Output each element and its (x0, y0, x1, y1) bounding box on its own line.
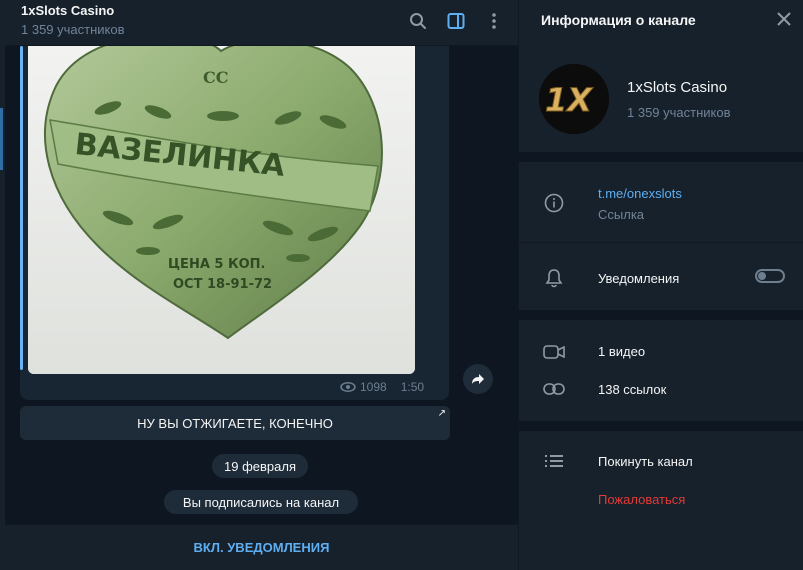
chat-header: 1xSlots Casino 1 359 участников (5, 0, 518, 46)
videos-count[interactable]: 1 видео (598, 344, 645, 359)
svg-text:1X: 1X (545, 81, 593, 119)
enable-notifications-button[interactable]: ВКЛ. УВЕДОМЛЕНИЯ (5, 524, 518, 570)
channel-link[interactable]: t.me/onexslots (598, 186, 682, 201)
close-panel-button[interactable] (773, 8, 795, 30)
info-icon (543, 192, 565, 214)
row-divider (519, 242, 803, 243)
share-button[interactable] (463, 364, 493, 394)
active-chat-indicator (0, 108, 3, 170)
link-caption: Ссылка (598, 207, 645, 222)
logo-text: CC (203, 68, 228, 87)
service-message: Вы подписались на канал (164, 490, 358, 514)
section-divider (519, 421, 803, 431)
sidebar-toggle-icon (447, 13, 465, 29)
message-meta: 1098 1:50 (340, 380, 424, 394)
close-icon (777, 12, 791, 26)
inline-url-button[interactable]: НУ ВЫ ОТЖИГАЕТЕ, КОНЕЧНО ↗ (20, 406, 450, 440)
list-icon (543, 450, 565, 472)
bell-icon (543, 267, 565, 289)
notifications-toggle[interactable] (755, 269, 785, 283)
links-count[interactable]: 138 ссылок (598, 382, 666, 397)
search-button[interactable] (404, 8, 432, 34)
section-divider (519, 152, 803, 162)
more-menu-button[interactable] (480, 8, 508, 34)
section-divider (519, 310, 803, 320)
notifications-label: Уведомления (598, 271, 680, 286)
date-separator: 19 февраля (212, 454, 308, 478)
chat-pane: 1xSlots Casino 1 359 участников CC ВАЗЕЛ… (5, 0, 518, 570)
standard-text: ОСТ 18-91-72 (173, 277, 272, 292)
eye-icon (340, 382, 356, 392)
avatar-logo: 1X (539, 64, 609, 134)
channel-name: 1xSlots Casino (627, 79, 728, 96)
panel-title: Информация о канале (541, 12, 696, 28)
price-text: ЦЕНА 5 КОП. (168, 257, 265, 272)
chat-title[interactable]: 1xSlots Casino (21, 3, 114, 18)
message-image[interactable]: CC ВАЗЕЛИНКА ЦЕНА 5 КОП. ОСТ 18-91-72 (28, 46, 415, 374)
channel-avatar[interactable]: 1X (539, 64, 609, 134)
video-icon (543, 341, 565, 363)
chat-member-count: 1 359 участников (21, 22, 125, 37)
search-icon (410, 13, 426, 29)
view-count: 1098 (360, 380, 387, 394)
leave-channel-button[interactable]: Покинуть канал (598, 454, 693, 469)
toggle-knob (758, 272, 766, 280)
heart-tin-picture: CC ВАЗЕЛИНКА ЦЕНА 5 КОП. ОСТ 18-91-72 (28, 46, 415, 374)
report-button[interactable]: Пожаловаться (598, 492, 685, 507)
svg-text:CC: CC (203, 68, 228, 87)
external-link-icon: ↗ (437, 408, 446, 419)
reply-quote-bar (20, 46, 23, 370)
more-vertical-icon (492, 13, 496, 29)
inline-button-label: НУ ВЫ ОТЖИГАЕТЕ, КОНЕЧНО (137, 415, 333, 431)
telegram-window: 1xSlots Casino 1 359 участников CC ВАЗЕЛ… (0, 0, 803, 570)
channel-info-panel: Информация о канале 1X 1xSlots Casino 1 … (518, 0, 803, 570)
message-list[interactable]: CC ВАЗЕЛИНКА ЦЕНА 5 КОП. ОСТ 18-91-72 10… (5, 46, 518, 524)
sidebar-toggle-button[interactable] (442, 8, 470, 34)
channel-member-count: 1 359 участников (627, 105, 731, 120)
share-arrow-icon (472, 374, 484, 384)
message-time: 1:50 (400, 380, 425, 394)
link-icon (543, 378, 565, 400)
